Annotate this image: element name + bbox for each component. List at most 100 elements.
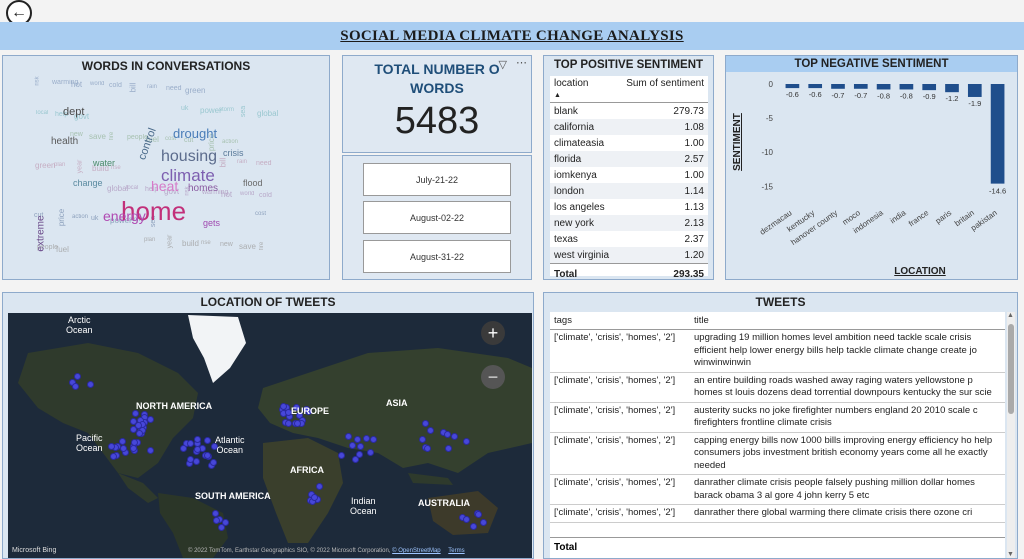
table-row[interactable]: florida 2.57 <box>550 151 708 167</box>
table-row[interactable]: london 1.14 <box>550 183 708 199</box>
date-option[interactable]: August-02-22 <box>363 201 511 234</box>
tweet-marker[interactable] <box>87 380 95 388</box>
tweet-marker[interactable] <box>193 446 201 454</box>
tweet-marker[interactable] <box>204 436 211 444</box>
bar[interactable] <box>785 84 800 89</box>
table-row[interactable]: ['climate', 'crisis', 'homes', '2'] auste… <box>550 402 1005 433</box>
table-row[interactable]: climateasia 1.00 <box>550 135 708 151</box>
tweet-marker[interactable] <box>310 493 318 501</box>
table-row[interactable]: west virginia 1.20 <box>550 247 708 264</box>
table-row[interactable]: texas 2.37 <box>550 231 708 247</box>
location-cell: west virginia <box>550 247 617 264</box>
tweet-marker[interactable] <box>129 445 137 453</box>
tweet-marker[interactable] <box>71 382 79 390</box>
tweets-total-label: Total <box>550 537 1005 558</box>
tweet-marker[interactable] <box>469 522 477 530</box>
tweet-map[interactable]: Arctic Ocean NORTH AMERICA EUROPE ASIA P… <box>8 313 532 558</box>
tweet-marker[interactable] <box>424 444 431 452</box>
tweet-marker[interactable] <box>348 441 356 449</box>
table-row[interactable]: ['climate', 'crisis', 'homes', '2'] upgra… <box>550 329 1005 373</box>
tweet-marker[interactable] <box>210 458 218 466</box>
bar[interactable] <box>967 84 982 97</box>
tweet-marker[interactable] <box>344 433 352 441</box>
tweet-marker[interactable] <box>351 456 359 464</box>
tweet-marker[interactable] <box>463 438 471 446</box>
tweet-marker[interactable] <box>444 445 452 453</box>
positive-sentiment-table: location ▲ Sum of sentiment blank 279.73 ca… <box>550 76 708 282</box>
tweet-marker[interactable] <box>474 510 482 518</box>
column-header-title[interactable]: title <box>690 312 1005 330</box>
tweet-marker[interactable] <box>147 415 155 423</box>
tweet-marker[interactable] <box>480 518 488 526</box>
table-row[interactable]: ['climate', 'crisis', 'homes', '2'] cappi… <box>550 432 1005 475</box>
bar[interactable] <box>808 84 823 89</box>
bar[interactable] <box>899 84 914 90</box>
map-label-arctic: Arctic Ocean <box>66 315 93 335</box>
bar[interactable] <box>945 84 959 93</box>
tweet-marker[interactable] <box>294 419 302 427</box>
table-row[interactable]: ['climate', 'crisis', 'homes', '2'] an en… <box>550 372 1005 403</box>
bar[interactable] <box>922 84 937 91</box>
scroll-up-icon[interactable]: ▲ <box>1007 312 1014 319</box>
tweet-marker[interactable] <box>109 452 117 460</box>
zoom-out-button[interactable]: − <box>481 365 505 389</box>
x-tick-label: paris <box>934 208 953 225</box>
tweet-marker[interactable] <box>187 440 195 448</box>
filter-icon[interactable]: ▽ <box>499 58 507 71</box>
tweet-marker[interactable] <box>213 516 221 524</box>
zoom-in-button[interactable]: + <box>481 321 505 345</box>
tweet-marker[interactable] <box>74 373 82 381</box>
bar[interactable] <box>853 84 868 89</box>
tweet-marker[interactable] <box>427 427 435 435</box>
tweet-marker[interactable] <box>218 523 225 531</box>
table-row[interactable]: blank 279.73 <box>550 103 708 120</box>
word-cloud-panel[interactable]: WORDS IN CONVERSATIONS risk new global plan… <box>2 55 330 280</box>
table-row[interactable]: ['climate', 'crisis', 'homes', '2'] danra… <box>550 504 1005 523</box>
table-row[interactable]: new york 2.13 <box>550 215 708 231</box>
scroll-down-icon[interactable]: ▼ <box>1007 551 1014 558</box>
tweet-marker[interactable] <box>135 422 143 429</box>
bar[interactable] <box>990 84 1005 184</box>
tweet-marker[interactable] <box>422 420 430 428</box>
tweet-marker[interactable] <box>419 436 427 443</box>
tweet-marker[interactable] <box>193 458 201 466</box>
word-cloud-word: gets <box>203 218 221 228</box>
word-cloud-word: world <box>90 81 105 87</box>
table-row[interactable]: iomkenya 1.00 <box>550 167 708 183</box>
tweet-marker[interactable] <box>131 410 139 417</box>
column-header-tags[interactable]: tags <box>550 312 690 330</box>
tweet-marker[interactable] <box>119 444 127 452</box>
tweet-marker[interactable] <box>315 483 323 491</box>
date-option[interactable]: August-31-22 <box>363 240 511 273</box>
tweet-marker[interactable] <box>179 445 187 453</box>
positive-sentiment-table-wrap: location ▲ Sum of sentiment blank 279.73 ca… <box>550 76 708 280</box>
tweet-marker[interactable] <box>338 451 346 459</box>
openstreetmap-link[interactable]: © OpenStreetMap <box>392 548 440 554</box>
y-tick-label: -5 <box>766 114 774 123</box>
more-options-icon[interactable]: ⋯ <box>516 56 527 69</box>
tweet-marker[interactable] <box>354 435 362 443</box>
tweet-marker[interactable] <box>366 448 374 456</box>
tweet-marker[interactable] <box>357 443 365 451</box>
location-cell: texas <box>554 233 578 245</box>
bar[interactable] <box>831 84 845 89</box>
tweets-scrollbar[interactable]: ▲ ▼ <box>1007 312 1015 558</box>
tweet-marker[interactable] <box>463 515 470 523</box>
tweet-marker[interactable] <box>146 446 154 454</box>
tweet-marker[interactable] <box>362 435 370 443</box>
tweet-marker[interactable] <box>451 432 459 440</box>
column-header-sum[interactable]: Sum of sentiment <box>616 76 708 103</box>
tweet-marker[interactable] <box>284 419 292 427</box>
terms-link[interactable]: Terms <box>448 548 464 554</box>
date-option[interactable]: July-21-22 <box>363 163 511 196</box>
table-row[interactable]: los angeles 1.13 <box>550 199 708 215</box>
table-row[interactable]: ['climate', 'crisis', 'homes', '2'] danra… <box>550 474 1005 505</box>
word-cloud-title: WORDS IN CONVERSATIONS <box>81 59 251 73</box>
bar[interactable] <box>876 84 891 90</box>
tweet-marker[interactable] <box>369 436 377 444</box>
table-row[interactable]: california 1.08 <box>550 119 708 135</box>
bing-logo: Microsoft Bing <box>12 547 57 554</box>
column-header-location[interactable]: location ▲ <box>550 76 617 103</box>
scrollbar-thumb[interactable] <box>1008 324 1014 414</box>
tweet-marker[interactable] <box>193 435 201 443</box>
